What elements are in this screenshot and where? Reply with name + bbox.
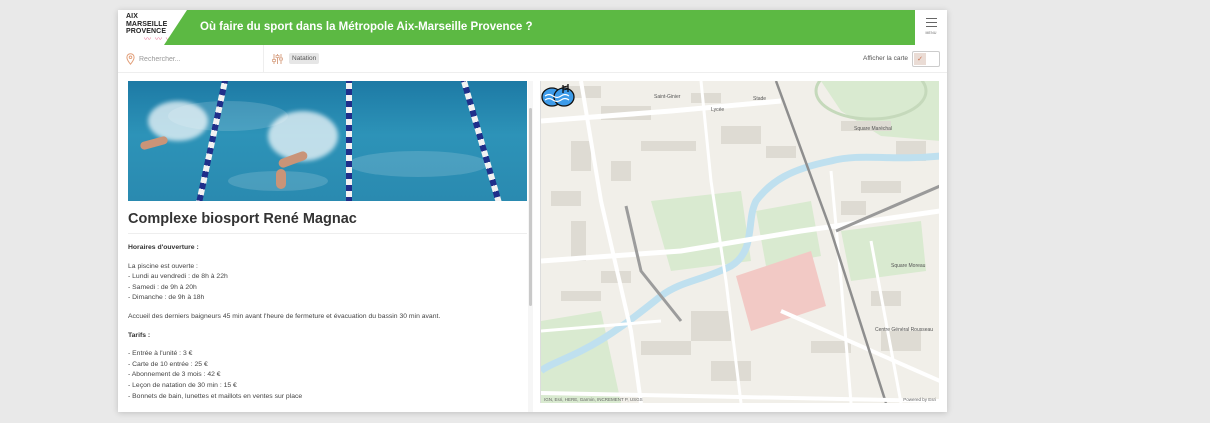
map-label: Saint-Ginier	[654, 94, 681, 100]
toolbar-divider	[263, 45, 264, 73]
prices-heading: Tarifs :	[128, 331, 151, 339]
check-icon: ✓	[914, 53, 926, 65]
price-line: - Leçon de natation de 30 min : 15 €	[128, 381, 237, 389]
map-view[interactable]: Saint-Ginier Square Maréchal Square More…	[540, 81, 939, 403]
map-label: Lycée	[711, 107, 725, 113]
page-title: Où faire du sport dans la Métropole Aix-…	[200, 21, 533, 33]
hours-heading: Horaires d'ouverture :	[128, 244, 199, 251]
price-line: - Bonnets de bain, lunettes et maillots …	[128, 392, 303, 400]
detail-panel: Complexe biosport René Magnac Horaires d…	[128, 81, 527, 412]
logo-text: AIX MARSEILLE PROVENCE	[126, 13, 168, 35]
map-label: Square Maréchal	[854, 126, 893, 132]
filter-sliders-icon[interactable]	[271, 53, 283, 65]
pool-photo	[128, 81, 527, 201]
price-line: - Entrée à l'unité : 3 €	[128, 350, 193, 358]
map-label: Stade	[753, 96, 767, 102]
search-box	[126, 51, 260, 67]
header: AIX MARSEILLE PROVENCE 〰 〰 〰 Où faire du…	[118, 10, 947, 45]
map-attribution: IGN, Esri, HERE, Garmin, INCREMENT P, US…	[544, 397, 643, 402]
filter-tag-natation[interactable]: Natation	[289, 53, 320, 64]
place-name: Complexe biosport René Magnac	[128, 211, 357, 227]
price-line: - Abonnement de 3 mois : 42 €	[128, 371, 221, 379]
toolbar: Natation Afficher la carte ✓	[118, 45, 947, 73]
map-toggle-label: Afficher la carte	[863, 55, 909, 62]
menu-label: MENU	[925, 30, 937, 35]
map-label: Square Moreau	[891, 263, 926, 269]
title-divider	[128, 233, 527, 234]
map-toggle[interactable]: ✓	[912, 51, 940, 67]
swimming-pool-icon[interactable]	[541, 81, 575, 109]
price-line: - Carte de 10 entrée : 25 €	[128, 360, 208, 368]
hours-line: - Samedi : de 9h à 20h	[128, 283, 197, 291]
hours-line: - Lundi au vendredi : de 8h à 22h	[128, 273, 228, 281]
scrollbar-thumb[interactable]	[529, 108, 532, 306]
hours-intro: La piscine est ouverte :	[128, 262, 198, 270]
location-pin-icon	[126, 53, 135, 65]
hamburger-icon	[925, 18, 937, 30]
hours-line: - Dimanche : de 9h à 18h	[128, 294, 205, 302]
map-powered-by[interactable]: Powered by Esri	[903, 397, 936, 402]
place-details: Horaires d'ouverture : La piscine est ou…	[128, 243, 523, 402]
access-note: Accueil des derniers baigneurs 45 min av…	[128, 312, 441, 320]
map-label: Centre Général Rousseau	[875, 327, 934, 333]
search-input[interactable]	[139, 55, 254, 63]
app-window: AIX MARSEILLE PROVENCE 〰 〰 〰 Où faire du…	[118, 10, 947, 412]
menu-button[interactable]: MENU	[915, 10, 947, 45]
